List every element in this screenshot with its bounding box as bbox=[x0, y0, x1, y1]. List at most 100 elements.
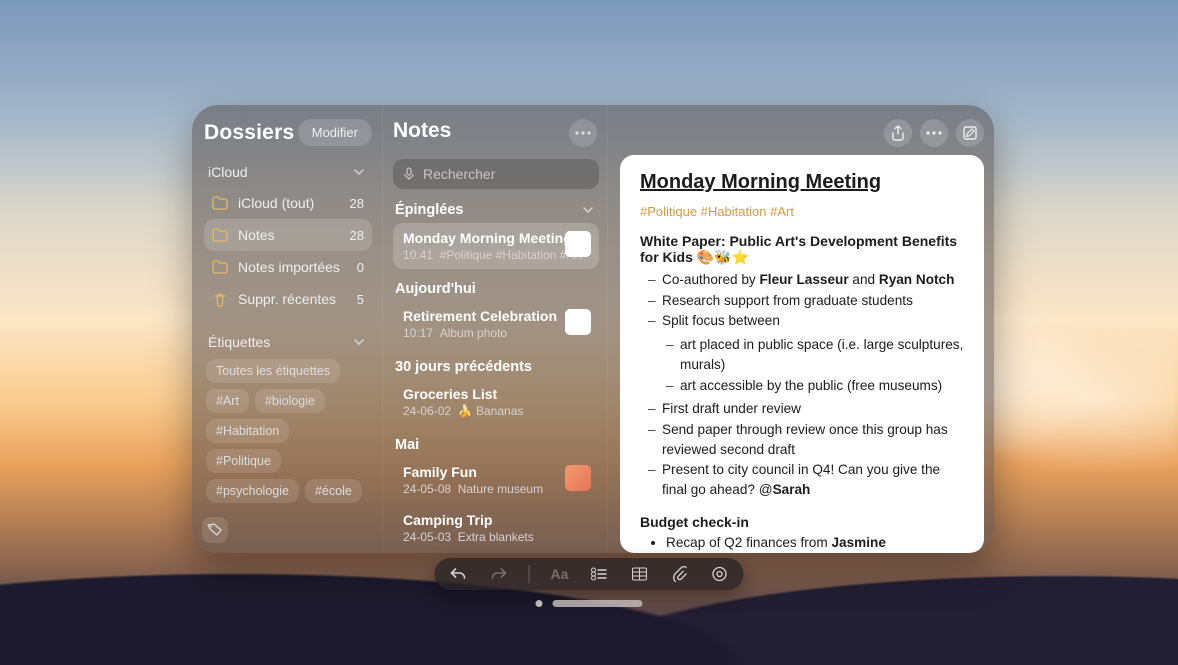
tag-ecole[interactable]: #école bbox=[305, 479, 362, 503]
tag-icon bbox=[207, 523, 223, 537]
redo-icon bbox=[490, 567, 508, 581]
note-meta: 24-05-08 Nature museum bbox=[403, 482, 589, 496]
format-button[interactable]: Aa bbox=[550, 564, 570, 584]
folder-icon bbox=[212, 228, 228, 242]
note-title: Camping Trip bbox=[403, 512, 589, 528]
folder-list: iCloud (tout) 28 Notes 28 Notes importée… bbox=[204, 187, 372, 315]
list-item: Research support from graduate students bbox=[662, 291, 966, 311]
tags-header[interactable]: Étiquettes bbox=[204, 333, 372, 351]
note-title: Groceries List bbox=[403, 386, 589, 402]
note-bullet-sublist: art placed in public space (i.e. large s… bbox=[640, 335, 966, 395]
note-meta: 24-05-03 Extra blankets bbox=[403, 530, 589, 544]
editor-toolbar: Aa bbox=[435, 558, 744, 590]
toolbar-divider bbox=[529, 565, 530, 583]
edit-button[interactable]: Modifier bbox=[298, 119, 372, 146]
list-item: Co-authored by Fleur Lasseur and Ryan No… bbox=[662, 270, 966, 290]
group-30days-header: 30 jours précédents bbox=[395, 359, 597, 375]
compose-icon bbox=[962, 125, 978, 141]
folder-imported[interactable]: Notes importées 0 bbox=[204, 251, 372, 283]
group-label: Mai bbox=[395, 437, 419, 453]
list-item: Split focus between bbox=[662, 311, 966, 331]
checklist-button[interactable] bbox=[590, 564, 610, 584]
undo-icon bbox=[450, 567, 468, 581]
folder-icon bbox=[212, 196, 228, 210]
mention-icon bbox=[712, 566, 728, 582]
note-heading: Monday Morning Meeting bbox=[640, 171, 966, 194]
folder-label: Notes bbox=[238, 227, 275, 243]
note-item-groceries[interactable]: Groceries List 24-06-02 🍌 Bananas bbox=[393, 379, 599, 425]
folder-notes[interactable]: Notes 28 bbox=[204, 219, 372, 251]
attachment-button[interactable] bbox=[670, 564, 690, 584]
note-title: Family Fun bbox=[403, 464, 589, 480]
tags-list: Toutes les étiquettes #Art #biologie #Ha… bbox=[204, 359, 372, 503]
folder-label: Notes importées bbox=[238, 259, 340, 275]
tag-all[interactable]: Toutes les étiquettes bbox=[206, 359, 340, 383]
trash-icon bbox=[212, 292, 228, 306]
tag-habitation[interactable]: #Habitation bbox=[206, 419, 289, 443]
group-today-header: Aujourd'hui bbox=[395, 281, 597, 297]
table-icon bbox=[632, 567, 648, 581]
list-item: Send paper through review once this grou… bbox=[662, 420, 966, 459]
folder-count: 28 bbox=[350, 228, 364, 243]
note-title: Retirement Celebration bbox=[403, 308, 589, 324]
note-item-family-fun[interactable]: Family Fun 24-05-08 Nature museum bbox=[393, 457, 599, 503]
note-editor[interactable]: Monday Morning Meeting #Politique #Habit… bbox=[620, 155, 984, 553]
mention-button[interactable] bbox=[710, 564, 730, 584]
note-section-budget: Budget check-in bbox=[640, 514, 966, 530]
note-item-retirement[interactable]: Retirement Celebration 10:17 Album photo bbox=[393, 301, 599, 347]
ellipsis-icon bbox=[926, 131, 942, 135]
tag-politique[interactable]: #Politique bbox=[206, 449, 281, 473]
note-meta: 24-06-02 🍌 Bananas bbox=[403, 404, 589, 418]
microphone-icon bbox=[403, 167, 415, 181]
list-item: art placed in public space (i.e. large s… bbox=[680, 335, 966, 374]
note-thumbnail bbox=[565, 309, 591, 335]
list-item: art accessible by the public (free museu… bbox=[680, 376, 966, 396]
folder-count: 5 bbox=[357, 292, 364, 307]
tag-filter-button[interactable] bbox=[202, 517, 228, 543]
list-item: Present to city council in Q4! Can you g… bbox=[662, 460, 966, 499]
paperclip-icon bbox=[673, 566, 687, 582]
list-item: First draft under review bbox=[662, 399, 966, 419]
note-content-panel: Monday Morning Meeting #Politique #Habit… bbox=[608, 105, 994, 553]
group-label: Épinglées bbox=[395, 202, 464, 218]
note-dot-list: Recap of Q2 finances from Jasmine Discus… bbox=[640, 533, 966, 553]
dot-indicator bbox=[536, 600, 543, 607]
undo-button[interactable] bbox=[449, 564, 469, 584]
group-pinned-header[interactable]: Épinglées bbox=[395, 201, 597, 219]
note-tags-line: #Politique #Habitation #Art bbox=[640, 204, 966, 219]
group-label: 30 jours précédents bbox=[395, 359, 532, 375]
more-button[interactable] bbox=[920, 119, 948, 147]
share-icon bbox=[891, 125, 905, 141]
folder-recently-deleted[interactable]: Suppr. récentes 5 bbox=[204, 283, 372, 315]
note-bullet-list-2: First draft under review Send paper thro… bbox=[640, 399, 966, 500]
note-meta: 10:41 #Politique #Habitation #Art bbox=[403, 248, 589, 262]
tag-psychologie[interactable]: #psychologie bbox=[206, 479, 299, 503]
note-whitepaper-title: White Paper: Public Art's Development Be… bbox=[640, 233, 966, 266]
list-more-button[interactable] bbox=[569, 119, 597, 147]
account-header[interactable]: iCloud bbox=[204, 163, 372, 181]
folders-sidebar: Dossiers Modifier iCloud iCloud (tout) 2… bbox=[192, 105, 382, 553]
folder-label: iCloud (tout) bbox=[238, 195, 314, 211]
folder-icloud-all[interactable]: iCloud (tout) 28 bbox=[204, 187, 372, 219]
search-field[interactable]: Rechercher bbox=[393, 159, 599, 189]
tag-art[interactable]: #Art bbox=[206, 389, 249, 413]
note-item-monday-meeting[interactable]: Monday Morning Meeting 10:41 #Politique … bbox=[393, 223, 599, 269]
chevron-down-icon bbox=[579, 201, 597, 219]
note-bullet-list: Co-authored by Fleur Lasseur and Ryan No… bbox=[640, 270, 966, 331]
search-placeholder: Rechercher bbox=[423, 166, 495, 182]
table-button[interactable] bbox=[630, 564, 650, 584]
folder-count: 28 bbox=[350, 196, 364, 211]
share-button[interactable] bbox=[884, 119, 912, 147]
page-indicator[interactable] bbox=[536, 600, 643, 607]
group-label: Aujourd'hui bbox=[395, 281, 476, 297]
chevron-down-icon bbox=[350, 163, 368, 181]
note-item-camping[interactable]: Camping Trip 24-05-03 Extra blankets bbox=[393, 505, 599, 551]
account-label: iCloud bbox=[208, 164, 248, 180]
redo-button[interactable] bbox=[489, 564, 509, 584]
tag-biologie[interactable]: #biologie bbox=[255, 389, 325, 413]
note-title: Monday Morning Meeting bbox=[403, 230, 589, 246]
ellipsis-icon bbox=[575, 131, 591, 135]
folder-icon bbox=[212, 260, 228, 274]
compose-button[interactable] bbox=[956, 119, 984, 147]
note-thumbnail bbox=[565, 465, 591, 491]
